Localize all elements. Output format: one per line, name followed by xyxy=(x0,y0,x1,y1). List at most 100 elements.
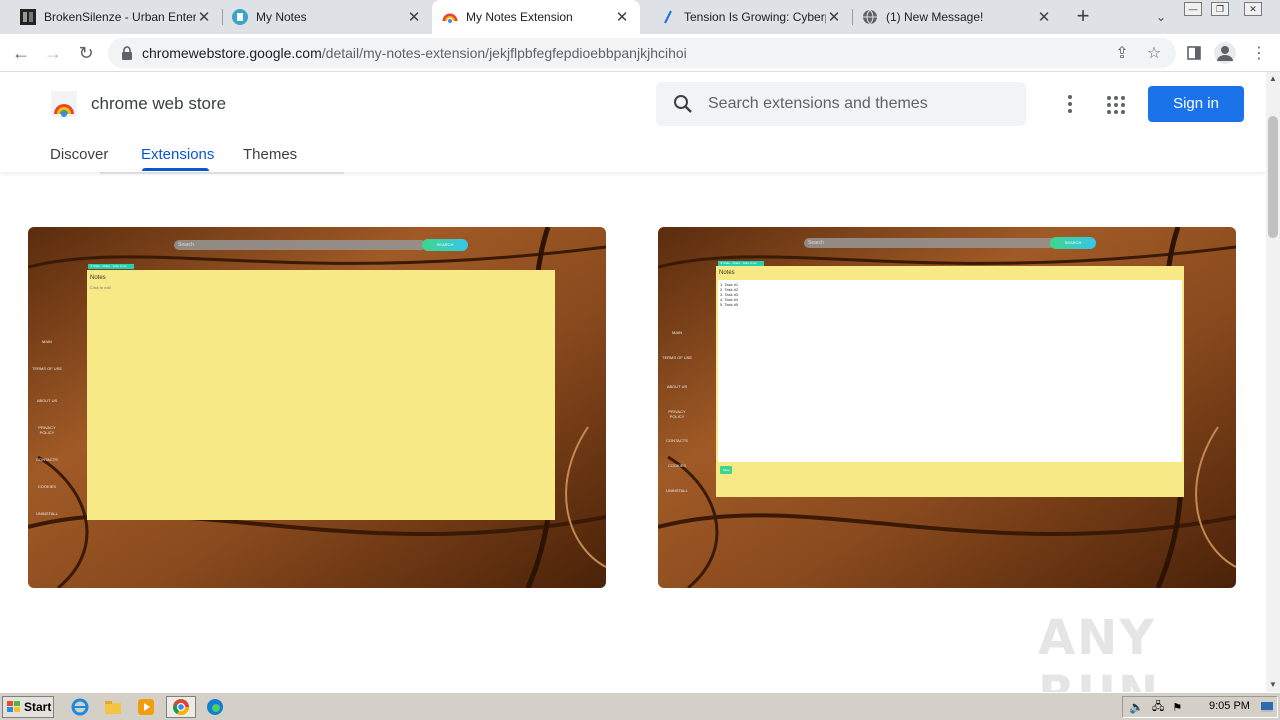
note-card: Notes Click to edit xyxy=(87,270,555,520)
forward-arrow-icon[interactable]: → xyxy=(40,40,66,66)
note-card: Notes 1. Task #1 2. Task #2 3. Task #3 4… xyxy=(716,266,1184,497)
new-tab-plus-icon[interactable]: + xyxy=(1070,4,1096,30)
divider xyxy=(100,172,344,174)
edge-icon[interactable] xyxy=(205,697,225,717)
internet-explorer-icon[interactable] xyxy=(70,697,90,717)
side-link-terms: TERMS OF USE xyxy=(32,366,63,371)
scrollbar-thumb[interactable] xyxy=(1268,116,1278,238)
side-link-terms: TERMS OF USE xyxy=(662,355,693,360)
side-link-privacy: PRIVACY POLICY xyxy=(668,409,686,419)
side-link-about: ABOUT US xyxy=(666,384,688,389)
scroll-down-arrow-icon[interactable]: ▼ xyxy=(1266,678,1280,692)
url-host: chromewebstore.google.com xyxy=(142,45,322,61)
more-options-icon[interactable] xyxy=(1060,92,1080,116)
lock-icon[interactable] xyxy=(120,46,134,60)
nav-tab-discover[interactable]: Discover xyxy=(50,146,108,163)
tab-cyberpunk[interactable]: Tension Is Growing: Cyberpunk ✕ xyxy=(650,0,852,34)
file-explorer-icon[interactable] xyxy=(103,697,123,717)
sign-in-button[interactable]: Sign in xyxy=(1148,86,1244,122)
note-title: Notes xyxy=(719,270,735,276)
volume-icon[interactable]: 🔈 xyxy=(1129,700,1144,714)
mini-rate-chip: ★ Rate · share · write to us xyxy=(88,264,134,269)
tab-title: My Notes xyxy=(256,10,307,24)
side-link-main: MAIN xyxy=(42,339,52,344)
browser-menu-icon[interactable]: ⋮ xyxy=(1246,40,1272,66)
start-label: Start xyxy=(24,700,52,714)
media-player-icon[interactable] xyxy=(136,697,156,717)
chrome-web-store-logo-icon[interactable] xyxy=(50,90,78,118)
system-tray: 🔈 🖧 ⚑ xyxy=(1122,696,1278,718)
restore-window-icon[interactable]: ❐ xyxy=(1211,2,1229,16)
side-link-uninstall: UNINSTALL xyxy=(666,488,688,493)
reload-icon[interactable]: ↻ xyxy=(73,40,99,66)
tab-search-chevron-icon[interactable]: ⌄ xyxy=(1150,6,1172,28)
close-tab-icon[interactable]: ✕ xyxy=(196,8,212,26)
minimize-window-icon[interactable]: — xyxy=(1184,2,1202,16)
tab-my-notes-extension[interactable]: My Notes Extension ✕ xyxy=(432,0,640,34)
nav-tab-themes[interactable]: Themes xyxy=(243,146,297,163)
page-scrollbar[interactable]: ▲ ▼ xyxy=(1266,72,1280,692)
windows-logo-icon xyxy=(7,701,20,712)
close-tab-icon[interactable]: ✕ xyxy=(614,8,630,26)
side-panel-icon[interactable] xyxy=(1181,40,1207,66)
side-link-privacy: PRIVACY POLICY xyxy=(38,425,56,435)
side-link-cookies: COOKIES xyxy=(667,463,687,468)
side-link-contacts: CONTACTS xyxy=(666,438,688,443)
browser-toolbar: ← → ↻ chromewebstore.google.com/detail/m… xyxy=(0,34,1280,72)
close-tab-icon[interactable]: ✕ xyxy=(406,8,422,26)
address-bar[interactable]: chromewebstore.google.com/detail/my-note… xyxy=(108,38,1176,68)
webstore-favicon-icon xyxy=(442,9,458,25)
tab-title: Tension Is Growing: Cyberpunk xyxy=(684,10,826,24)
network-icon[interactable]: 🖧 xyxy=(1152,698,1164,717)
side-link-main: MAIN xyxy=(672,330,682,335)
back-arrow-icon[interactable]: ← xyxy=(8,40,34,66)
url-text: chromewebstore.google.com/detail/my-note… xyxy=(142,45,687,61)
tab-strip: BrokenSilenze - Urban Entertainment ✕ My… xyxy=(0,0,1280,34)
start-button[interactable]: Start xyxy=(2,696,54,718)
task-item: 5. Task #5 xyxy=(720,302,739,307)
note-subtitle: Click to edit xyxy=(90,285,111,290)
task-list-area: 1. Task #1 2. Task #2 3. Task #3 4. Task… xyxy=(718,280,1182,462)
task-list: 1. Task #1 2. Task #2 3. Task #3 4. Task… xyxy=(718,280,1182,309)
store-search-box[interactable] xyxy=(656,82,1026,126)
google-apps-icon[interactable] xyxy=(1105,94,1127,116)
tab-title: My Notes Extension xyxy=(466,10,573,24)
tab-title: (1) New Message! xyxy=(886,10,984,24)
close-tab-icon[interactable]: ✕ xyxy=(1036,8,1052,26)
site-favicon-icon xyxy=(20,9,36,25)
scroll-up-arrow-icon[interactable]: ▲ xyxy=(1266,72,1280,86)
action-center-flag-icon[interactable]: ⚑ xyxy=(1172,701,1182,714)
site-favicon-icon xyxy=(660,9,676,25)
bookmark-star-icon[interactable]: ☆ xyxy=(1142,42,1166,66)
side-link-cookies: COOKIES xyxy=(37,484,57,489)
store-title[interactable]: chrome web store xyxy=(91,94,226,114)
mini-search-button: SEARCH xyxy=(1050,237,1096,249)
search-icon[interactable] xyxy=(672,93,694,115)
profile-avatar-icon[interactable] xyxy=(1212,40,1238,66)
active-tab-indicator xyxy=(142,168,209,171)
extension-screenshot-2[interactable]: Search SEARCH ★ Rate · share · write to … xyxy=(658,227,1236,588)
tab-my-notes[interactable]: My Notes ✕ xyxy=(222,0,432,34)
tab-title: BrokenSilenze - Urban Entertainment xyxy=(44,10,196,24)
tab-brokensilenze[interactable]: BrokenSilenze - Urban Entertainment ✕ xyxy=(10,0,222,34)
store-header: chrome web store Sign in Discover Extens… xyxy=(0,72,1266,172)
web-page: chrome web store Sign in Discover Extens… xyxy=(0,72,1266,692)
close-window-icon[interactable]: ✕ xyxy=(1244,2,1262,16)
url-path: /detail/my-notes-extension/jekjflpbfegfe… xyxy=(321,45,687,61)
notes-favicon-icon xyxy=(232,9,248,25)
globe-icon xyxy=(862,9,878,25)
store-search-input[interactable] xyxy=(708,95,1008,113)
mini-save-button: Save xyxy=(720,466,732,474)
extension-screenshot-1[interactable]: Search SEARCH ★ Rate · share · write to … xyxy=(28,227,606,588)
taskbar-clock[interactable]: 9:05 PM xyxy=(1209,700,1250,712)
side-link-about: ABOUT US xyxy=(36,398,58,403)
show-desktop-icon[interactable] xyxy=(1258,697,1276,717)
nav-tab-extensions[interactable]: Extensions xyxy=(141,146,214,163)
mini-search-bar: Search xyxy=(174,240,426,250)
chrome-taskbar-icon[interactable] xyxy=(166,696,196,718)
close-tab-icon[interactable]: ✕ xyxy=(826,8,842,26)
windows-taskbar: Start 🔈 🖧 ⚑ 9:05 PM xyxy=(0,692,1280,720)
mini-search-bar: Search xyxy=(804,238,1056,248)
tab-new-message[interactable]: (1) New Message! ✕ xyxy=(852,0,1062,34)
share-icon[interactable]: ⇪ xyxy=(1110,42,1134,66)
